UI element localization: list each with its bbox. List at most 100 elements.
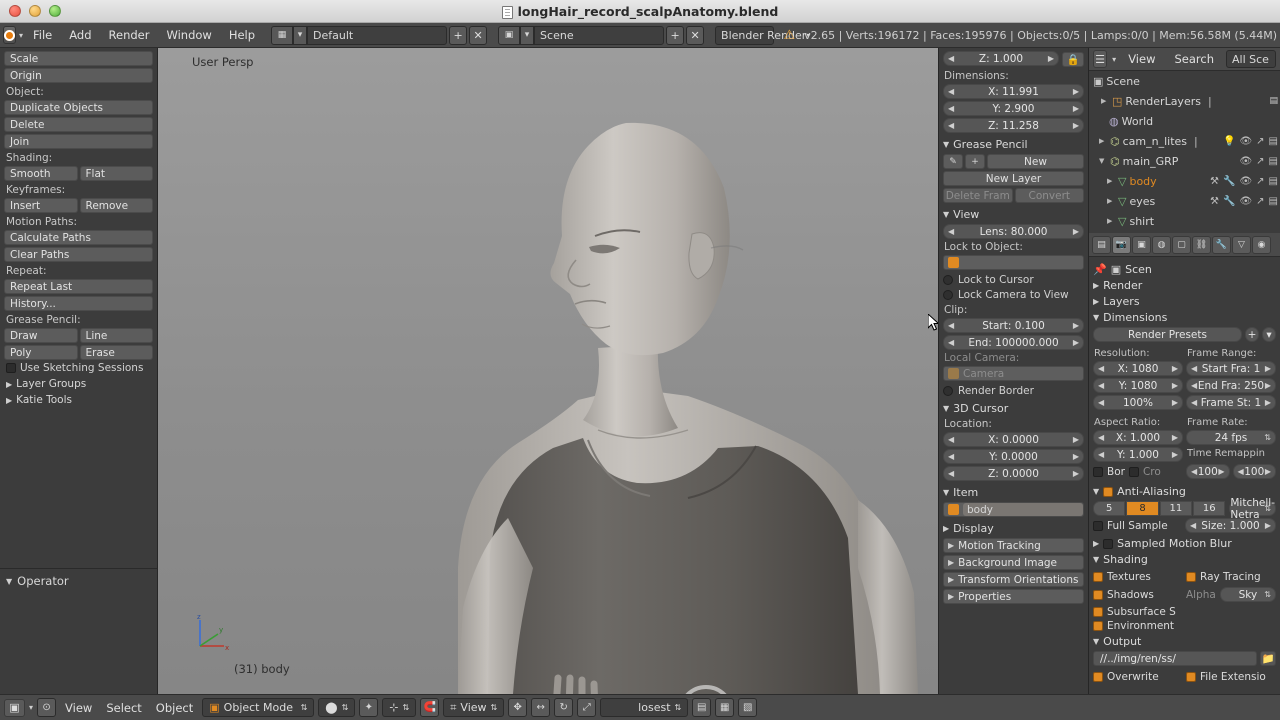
aspect-x-field[interactable]: ◀ X: 1.000 ▶: [1093, 430, 1183, 445]
tool-shade-smooth[interactable]: Smooth: [4, 166, 78, 181]
chevron-left-icon[interactable]: ◀: [948, 54, 954, 63]
tool-scale[interactable]: Scale: [4, 51, 153, 66]
frame-rate-field[interactable]: 24 fps ⇅: [1186, 430, 1276, 445]
chevron-updown-icon[interactable]: ⇅: [1264, 433, 1271, 442]
restrict-render-icon[interactable]: ▤: [1269, 96, 1278, 106]
dimension-z-field[interactable]: ◀ Z: 11.258 ▶: [943, 118, 1084, 133]
chevron-right-icon[interactable]: ▶: [1073, 121, 1079, 130]
chevron-left-icon[interactable]: ◀: [1191, 364, 1197, 373]
cursor-restrict-icon[interactable]: ↗: [1256, 136, 1264, 147]
outliner-row-renderlayers[interactable]: ▶ ◳ RenderLayers | ▤: [1089, 91, 1280, 111]
anti-aliasing-checkbox[interactable]: [1103, 486, 1114, 497]
panel-sampled-motion-blur[interactable]: ▶ Sampled Motion Blur: [1093, 537, 1276, 550]
layer-icon-1[interactable]: ▤: [692, 698, 712, 717]
panel-shading[interactable]: ▼ Shading: [1093, 553, 1276, 566]
file-extensions-toggle[interactable]: File Extensio: [1186, 671, 1276, 683]
tab-object[interactable]: ▢: [1172, 235, 1191, 254]
editor-type-icon[interactable]: ▤: [1092, 235, 1111, 254]
end-frame-field[interactable]: ◀ End Fra: 250 ▶: [1186, 378, 1276, 393]
item-name-field[interactable]: body: [943, 502, 1084, 517]
tab-constraints[interactable]: ⛓: [1192, 235, 1211, 254]
tool-gp-line[interactable]: Line: [79, 328, 153, 343]
eye-icon[interactable]: 👁: [1239, 196, 1252, 207]
tab-scene[interactable]: ▣: [1132, 235, 1151, 254]
chevron-updown-icon[interactable]: ⇅: [1264, 504, 1271, 513]
chevron-left-icon[interactable]: ◀: [948, 338, 954, 347]
eye-icon[interactable]: 👁: [1239, 136, 1252, 147]
panel-layers[interactable]: ▶ Layers: [1093, 295, 1276, 308]
tab-data[interactable]: ▽: [1232, 235, 1251, 254]
tool-join[interactable]: Join: [4, 134, 153, 149]
tool-duplicate-objects[interactable]: Duplicate Objects: [4, 100, 153, 115]
render-border-toggle[interactable]: Render Border: [943, 385, 1084, 397]
chevron-right-icon[interactable]: ▶: [1265, 381, 1271, 390]
resolution-percentage-field[interactable]: ◀ 100% ▶: [1093, 395, 1183, 410]
manipulator-toggle-icon[interactable]: ✥: [508, 698, 528, 717]
viewport-shading-selector[interactable]: ⬤ ⇅: [318, 698, 356, 717]
grease-pencil-delete-frame-button[interactable]: Delete Fram: [943, 188, 1013, 203]
border-toggle[interactable]: Bor Cro: [1093, 466, 1183, 478]
ray-tracing-toggle[interactable]: Ray Tracing: [1186, 571, 1276, 583]
clip-start-field[interactable]: ◀ Start: 0.100 ▶: [943, 318, 1084, 333]
outliner-row-icons[interactable]: 👁 ↗ ▤: [1239, 156, 1278, 167]
snap-target-selector[interactable]: losest ⇅: [600, 698, 689, 717]
menu-render[interactable]: Render: [102, 26, 157, 44]
manipulator-scale-icon[interactable]: ⤢: [577, 698, 597, 717]
chevron-right-icon[interactable]: ▶: [1172, 398, 1178, 407]
operator-panel-header[interactable]: ▼ Operator: [6, 574, 152, 588]
panel-layer-groups[interactable]: ▶ Layer Groups: [6, 378, 153, 390]
scene-selector[interactable]: ▣ ▾ Scene + ✕: [498, 25, 705, 45]
chevron-right-icon[interactable]: ▶: [1073, 87, 1079, 96]
panel-transform-orientations[interactable]: ▶ Transform Orientations: [943, 572, 1084, 587]
panel-render[interactable]: ▶ Render: [1093, 279, 1276, 292]
aa-sample-5[interactable]: 5: [1093, 501, 1126, 516]
chevron-right-icon[interactable]: ▶: [1265, 521, 1271, 530]
chevron-right-icon[interactable]: ▶: [1107, 197, 1115, 205]
chevron-right-icon[interactable]: ▶: [1265, 364, 1271, 373]
tool-remove-keyframe[interactable]: Remove: [79, 198, 153, 213]
dimension-y-field[interactable]: ◀ Y: 2.900 ▶: [943, 101, 1084, 116]
resolution-x-field[interactable]: ◀ X: 1080 ▶: [1093, 361, 1183, 376]
chevron-right-icon[interactable]: ▶: [1172, 381, 1178, 390]
pin-icon[interactable]: 📌: [1093, 263, 1107, 276]
outliner-menu-search[interactable]: Search: [1167, 50, 1221, 68]
cursor-z-field[interactable]: ◀ Z: 0.0000 ▶: [943, 466, 1084, 481]
layer-icon-2[interactable]: ▦: [715, 698, 735, 717]
chevron-right-icon[interactable]: ▶: [1073, 321, 1079, 330]
chevron-left-icon[interactable]: ◀: [1191, 381, 1197, 390]
tool-clear-paths[interactable]: Clear Paths: [4, 247, 153, 262]
remap-new-field[interactable]: ◀ 100 ▶: [1232, 464, 1276, 479]
screen-layout-selector[interactable]: ▦ ▾ Default + ✕: [271, 25, 488, 45]
camera-restrict-icon[interactable]: ▤: [1269, 156, 1278, 167]
tool-calculate-paths[interactable]: Calculate Paths: [4, 230, 153, 245]
chevron-right-icon[interactable]: ▶: [1265, 467, 1271, 476]
view-panel-header[interactable]: ▼ View: [943, 208, 1084, 221]
panel-background-image[interactable]: ▶ Background Image: [943, 555, 1084, 570]
camera-restrict-icon[interactable]: ▤: [1269, 196, 1278, 207]
chevron-right-icon[interactable]: ▶: [1265, 398, 1271, 407]
manipulator-translate-icon[interactable]: ↔: [531, 698, 551, 717]
aa-sample-16[interactable]: 16: [1193, 501, 1226, 516]
chevron-down-icon[interactable]: ▾: [1112, 55, 1116, 64]
outliner-row-world[interactable]: ◍ World: [1089, 111, 1280, 131]
chevron-right-icon[interactable]: ▶: [1218, 467, 1224, 476]
menu-window[interactable]: Window: [159, 26, 218, 44]
add-screen-layout-button[interactable]: +: [449, 25, 468, 45]
cursor-restrict-icon[interactable]: ↗: [1256, 156, 1264, 167]
output-path-field[interactable]: //../img/ren/ss/: [1093, 651, 1257, 666]
scene-value[interactable]: Scene: [534, 25, 665, 45]
outliner-editor-type-icon[interactable]: ☰: [1093, 50, 1108, 68]
chevron-left-icon[interactable]: ◀: [1098, 364, 1104, 373]
clip-end-field[interactable]: ◀ End: 100000.000 ▶: [943, 335, 1084, 350]
screen-layout-value[interactable]: Default: [307, 25, 448, 45]
subsurface-scattering-toggle[interactable]: Subsurface S: [1093, 606, 1276, 618]
tab-render[interactable]: 📷: [1112, 235, 1131, 254]
chevron-left-icon[interactable]: ◀: [948, 435, 954, 444]
grease-pencil-edit-icon[interactable]: ✎: [943, 154, 963, 169]
remap-old-field[interactable]: ◀ 100 ▶: [1186, 464, 1230, 479]
menu-add[interactable]: Add: [62, 26, 98, 44]
cursor-y-field[interactable]: ◀ Y: 0.0000 ▶: [943, 449, 1084, 464]
tool-shade-flat[interactable]: Flat: [79, 166, 153, 181]
chevron-right-icon[interactable]: ▶: [1107, 177, 1115, 185]
lock-camera-to-view-toggle[interactable]: Lock Camera to View: [943, 289, 1084, 301]
